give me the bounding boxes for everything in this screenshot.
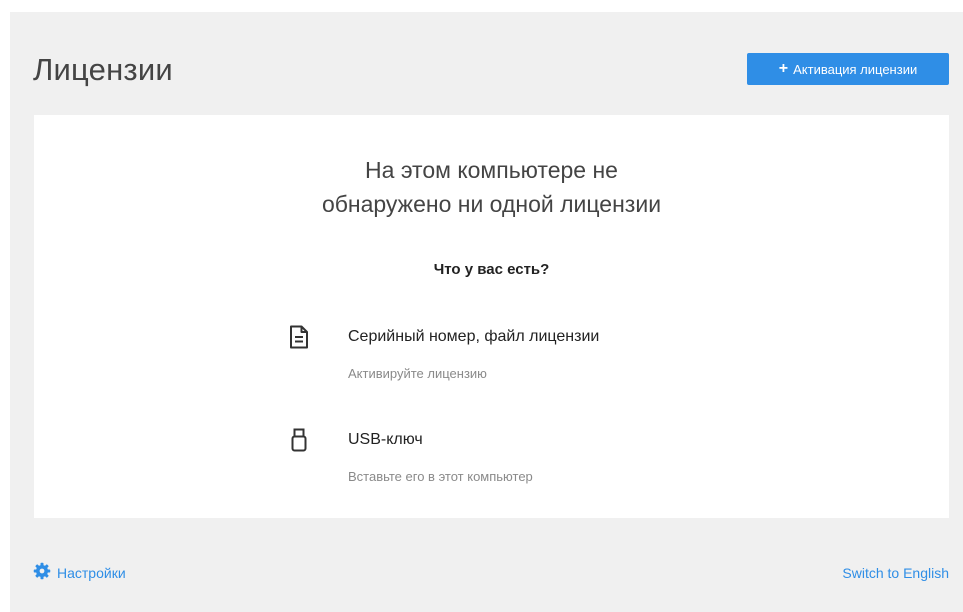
license-window: Лицензии + Активация лицензии На этом ко… xyxy=(10,12,963,612)
option-serial-number-subtitle: Активируйте лицензию xyxy=(348,366,487,381)
plus-icon: + xyxy=(778,60,789,77)
document-icon xyxy=(288,325,310,351)
license-card: На этом компьютере не обнаружено ни одно… xyxy=(34,115,949,518)
activate-license-button[interactable]: + Активация лицензии xyxy=(747,53,949,85)
option-serial-number-title: Серийный номер, файл лицензии xyxy=(348,328,600,345)
question-heading: Что у вас есть? xyxy=(433,261,550,278)
page-title: Лицензии xyxy=(33,52,173,87)
settings-label: Настройки xyxy=(57,564,126,581)
activate-license-label: Активация лицензии xyxy=(793,61,918,77)
usb-key-icon xyxy=(288,428,310,454)
option-usb-key-title: USB-ключ xyxy=(348,431,423,448)
option-usb-key-subtitle: Вставьте его в этот компьютер xyxy=(348,469,533,484)
no-license-message-line2: обнаружено ни одной лицензии xyxy=(321,191,662,217)
option-usb-key[interactable]: USB-ключ Вставьте его в этот компьютер xyxy=(288,428,688,488)
option-serial-number[interactable]: Серийный номер, файл лицензии Активируйт… xyxy=(288,325,688,385)
gear-icon xyxy=(33,562,51,583)
settings-link[interactable]: Настройки xyxy=(33,562,126,583)
switch-language-link[interactable]: Switch to English xyxy=(842,565,949,581)
no-license-message: На этом компьютере не обнаружено ни одно… xyxy=(34,153,949,221)
no-license-message-line1: На этом компьютере не xyxy=(365,157,618,183)
